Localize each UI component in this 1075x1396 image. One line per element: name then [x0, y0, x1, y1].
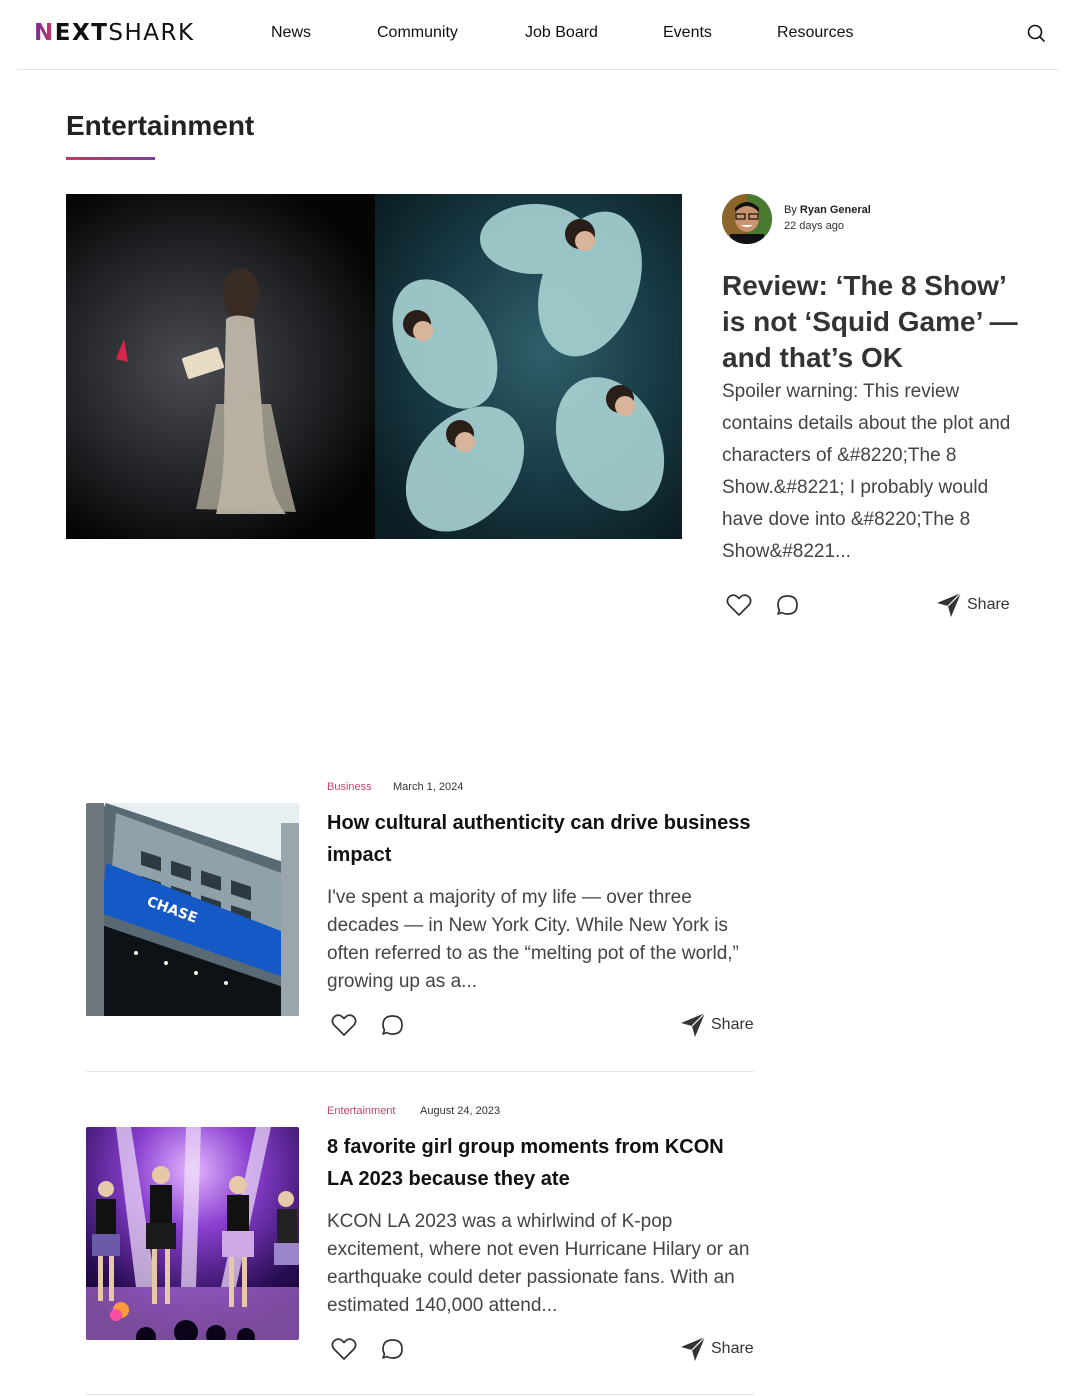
article-date: August 24, 2023: [420, 1105, 501, 1117]
site-header: NEXTSHARK News Community Job Board Event…: [17, 0, 1058, 70]
nav-community[interactable]: Community: [377, 24, 458, 42]
nav-resources[interactable]: Resources: [777, 24, 853, 42]
article-thumbnail[interactable]: CHASE: [86, 803, 299, 1016]
nav-news[interactable]: News: [271, 24, 311, 42]
share-button[interactable]: Share: [967, 596, 1010, 614]
section-title: Entertainment: [66, 110, 255, 141]
comment-icon[interactable]: [776, 594, 799, 622]
share-icon[interactable]: [936, 592, 962, 623]
hero-image-right-panel: [375, 194, 682, 539]
search-icon[interactable]: [1025, 22, 1047, 44]
share-icon[interactable]: [680, 1012, 706, 1043]
author-name[interactable]: Ryan General: [800, 204, 871, 216]
nextshark-logo[interactable]: NEXTSHARK: [34, 20, 195, 48]
like-heart-icon[interactable]: [726, 593, 752, 622]
article-category[interactable]: Business: [327, 781, 372, 793]
author-avatar[interactable]: [722, 194, 772, 244]
logo-text-ext: EXT: [54, 20, 109, 46]
author-byline: By Ryan General: [784, 204, 871, 216]
article-divider: [86, 1071, 754, 1072]
featured-timestamp: 22 days ago: [784, 220, 844, 232]
nav-events[interactable]: Events: [663, 24, 712, 42]
featured-article-excerpt: Spoiler warning: This review contains de…: [722, 381, 1011, 562]
share-button[interactable]: Share: [711, 1340, 754, 1358]
article-divider: [86, 1394, 754, 1395]
nav-job-board[interactable]: Job Board: [525, 24, 598, 42]
featured-article-title[interactable]: Review: ‘The 8 Show’ is not ‘Squid Game’…: [722, 268, 1022, 376]
article-excerpt: I've spent a majority of my life — over …: [327, 887, 739, 992]
article-thumbnail[interactable]: [86, 1127, 299, 1340]
author-prefix: By: [784, 204, 797, 216]
logo-text-shark: SHARK: [108, 20, 195, 46]
comment-icon[interactable]: [381, 1014, 404, 1042]
logo-letter-n: N: [34, 20, 55, 46]
article-category[interactable]: Entertainment: [327, 1105, 395, 1117]
like-heart-icon[interactable]: [331, 1013, 357, 1042]
comment-icon[interactable]: [381, 1338, 404, 1366]
share-button[interactable]: Share: [711, 1016, 754, 1034]
article-title[interactable]: How cultural authenticity can drive busi…: [327, 807, 755, 871]
section-title-underline: [66, 157, 155, 160]
article-date: March 1, 2024: [393, 781, 464, 793]
share-icon[interactable]: [680, 1336, 706, 1367]
featured-article-image[interactable]: [66, 194, 682, 539]
like-heart-icon[interactable]: [331, 1337, 357, 1366]
article-excerpt: KCON LA 2023 was a whirlwind of K-pop ex…: [327, 1211, 750, 1316]
article-title[interactable]: 8 favorite girl group moments from KCON …: [327, 1131, 755, 1195]
hero-image-left-panel: [66, 194, 375, 539]
